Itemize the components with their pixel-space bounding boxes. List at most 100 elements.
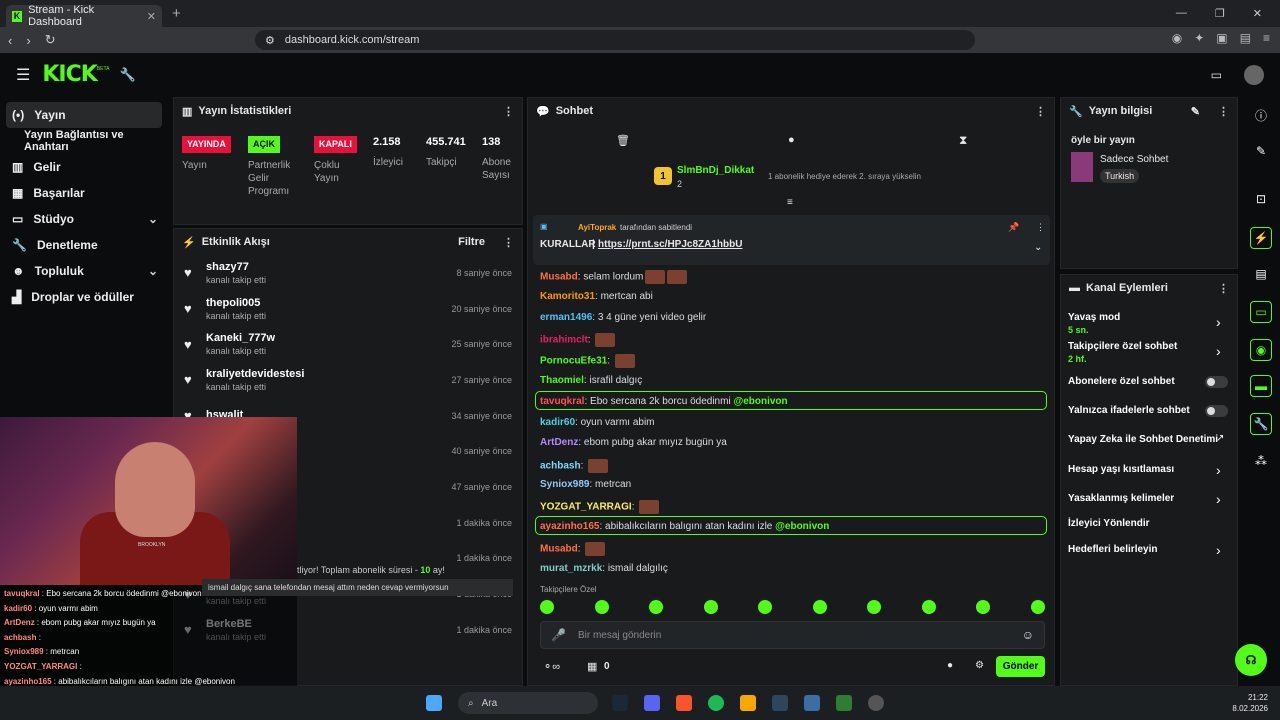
send-button[interactable]: Gönder: [996, 656, 1045, 677]
channel-action-item[interactable]: Hesap yaşı kısıtlaması: [1068, 464, 1174, 475]
users-icon[interactable]: ⚬∞: [543, 660, 560, 673]
emote-icon[interactable]: [758, 600, 773, 614]
emote-icon[interactable]: [867, 600, 882, 614]
chevron-right-icon[interactable]: ›: [1216, 491, 1221, 507]
sidebar-item-studyo[interactable]: ▭ Stüdyo ⌄: [0, 206, 170, 232]
channel-action-item[interactable]: İzleyici Yönlendir: [1068, 518, 1150, 529]
hourglass-icon[interactable]: ⧗: [959, 133, 967, 148]
chat-username[interactable]: tavuqkral: [540, 396, 584, 407]
kick-logo[interactable]: KICK: [42, 62, 97, 87]
spotify-icon[interactable]: [708, 695, 724, 711]
channel-action-item[interactable]: Yalnızca ifadelerle sohbet: [1068, 405, 1190, 416]
chat-username[interactable]: murat_mzrkk: [540, 563, 602, 574]
emote-icon[interactable]: [976, 600, 991, 614]
chevron-right-icon[interactable]: ›: [1216, 542, 1221, 558]
chat-username[interactable]: YOZGAT_YARRAGI: [540, 502, 632, 513]
community-icon[interactable]: ⁂: [1250, 450, 1272, 472]
app-icon[interactable]: [740, 695, 756, 711]
chat-username[interactable]: ArtDenz: [540, 437, 578, 448]
close-window-icon[interactable]: ✕: [1253, 7, 1262, 20]
trash-icon[interactable]: 🗑: [616, 134, 630, 147]
wrench-icon[interactable]: 🔧: [1250, 413, 1272, 435]
chat-username[interactable]: Musabd: [540, 544, 578, 555]
camera-icon[interactable]: ⊡: [1250, 188, 1272, 210]
emote-icon[interactable]: [921, 600, 936, 614]
chat-username[interactable]: ibrahimclt: [540, 335, 588, 346]
steam-icon[interactable]: [612, 695, 628, 711]
hamburger-menu-icon[interactable]: ☰: [16, 65, 30, 85]
sidebar-item-droplar[interactable]: ▟ Droplar ve ödüller: [0, 284, 170, 310]
puzzle-icon[interactable]: ✦: [1194, 31, 1204, 45]
back-icon[interactable]: ‹: [8, 33, 12, 48]
gear-icon[interactable]: ⚙: [975, 660, 984, 671]
channel-action-item[interactable]: Yavaş mod 5 sn.: [1068, 312, 1120, 335]
forward-icon[interactable]: ›: [26, 33, 30, 48]
emote-icon[interactable]: [812, 600, 827, 614]
brave-icon[interactable]: [676, 695, 692, 711]
emote-icon[interactable]: [594, 600, 609, 614]
emoji-icon[interactable]: ☺: [1022, 628, 1034, 642]
pin-list-icon[interactable]: ≡: [787, 197, 793, 208]
app-icon[interactable]: [804, 695, 820, 711]
more-options-icon[interactable]: ⋮: [1035, 105, 1046, 118]
external-link-icon[interactable]: ↗: [1216, 433, 1224, 444]
help-button[interactable]: ☊: [1235, 644, 1267, 676]
creator-icon[interactable]: ▭: [1211, 68, 1222, 82]
category-thumbnail[interactable]: [1071, 152, 1093, 182]
chevron-right-icon[interactable]: ›: [1216, 462, 1221, 478]
edit-icon[interactable]: ✎: [1250, 140, 1272, 162]
edit-icon[interactable]: ✎: [1191, 105, 1200, 118]
chat-username[interactable]: Kamorito31: [540, 291, 595, 302]
store-icon[interactable]: ▦: [587, 660, 597, 673]
chat-username[interactable]: Musabd: [540, 272, 578, 283]
sidebar-item-basarilar[interactable]: ▦ Başarılar: [0, 180, 170, 206]
chat-username[interactable]: achbash: [540, 461, 581, 472]
channel-action-item[interactable]: Hedefleri belirleyin: [1068, 544, 1157, 555]
chat-settings-icon[interactable]: ●: [947, 660, 953, 671]
sidebar-item-denetleme[interactable]: 🔧 Denetleme: [0, 232, 170, 258]
chevron-right-icon[interactable]: ›: [1216, 343, 1221, 359]
more-options-icon[interactable]: ⋮: [1218, 105, 1229, 118]
category-name[interactable]: Sadece Sohbet: [1100, 154, 1168, 165]
chevron-down-icon[interactable]: ⌄: [1034, 242, 1042, 253]
address-bar[interactable]: ⚙ dashboard.kick.com/stream: [255, 30, 975, 50]
channel-action-item[interactable]: Yasaklanmış kelimeler: [1068, 493, 1174, 504]
maximize-icon[interactable]: ❐: [1215, 7, 1225, 20]
reload-icon[interactable]: ↻: [45, 32, 56, 48]
gifter-name[interactable]: SlmBnDj_Dikkat: [677, 165, 754, 176]
chat-bubble-icon[interactable]: ●: [788, 134, 795, 146]
chat-username[interactable]: erman1496: [540, 312, 592, 323]
windows-start-icon[interactable]: [426, 695, 442, 711]
clock-date[interactable]: 8.02.2026: [1232, 703, 1268, 714]
chat-username[interactable]: ayazinho165: [540, 521, 599, 532]
sidebar-icon[interactable]: ▣: [1216, 31, 1227, 45]
sidebar-item-yayin[interactable]: (•) Yayın: [6, 102, 162, 128]
clock-time[interactable]: 21:22: [1232, 692, 1268, 703]
browser-tab[interactable]: K Stream - Kick Dashboard ✕: [6, 4, 162, 28]
xbox-icon[interactable]: [836, 695, 852, 711]
steam-icon[interactable]: [772, 695, 788, 711]
chat-input[interactable]: 🎤 Bir mesaj gönderin ☺: [540, 621, 1045, 649]
chat-username[interactable]: kadir60: [540, 417, 575, 428]
channel-action-item[interactable]: Yapay Zeka ile Sohbet Denetimi: [1068, 434, 1218, 445]
microphone-icon[interactable]: 🎤: [551, 628, 566, 642]
emote-icon[interactable]: [540, 600, 554, 614]
pin-icon[interactable]: 📌: [1008, 222, 1019, 233]
minimize-icon[interactable]: —: [1176, 7, 1187, 20]
site-info-icon[interactable]: ⚙: [265, 34, 275, 47]
activity-user[interactable]: kraliyetdevidestesi: [206, 368, 304, 380]
sidebar-item-topluluk[interactable]: ☻ Topluluk ⌄: [0, 258, 170, 284]
taskbar-search[interactable]: ⌕ Ara: [458, 692, 598, 714]
more-options-icon[interactable]: ⋮: [503, 105, 514, 118]
new-tab-icon[interactable]: +: [172, 5, 181, 22]
channel-action-item[interactable]: Abonelere özel sohbet: [1068, 376, 1175, 387]
more-options-icon[interactable]: ⋮: [503, 236, 514, 249]
chat-mention[interactable]: @ebonivon: [775, 521, 829, 532]
chat-mention[interactable]: @ebonivon: [733, 396, 787, 407]
activity-user[interactable]: Kaneki_777w: [206, 332, 275, 344]
emote-icon[interactable]: [703, 600, 718, 614]
chat-username[interactable]: PornocuEfe31: [540, 356, 607, 367]
emote-icon[interactable]: [649, 600, 664, 614]
actions-icon[interactable]: ▬: [1250, 375, 1272, 397]
toggle-switch[interactable]: [1205, 376, 1228, 388]
